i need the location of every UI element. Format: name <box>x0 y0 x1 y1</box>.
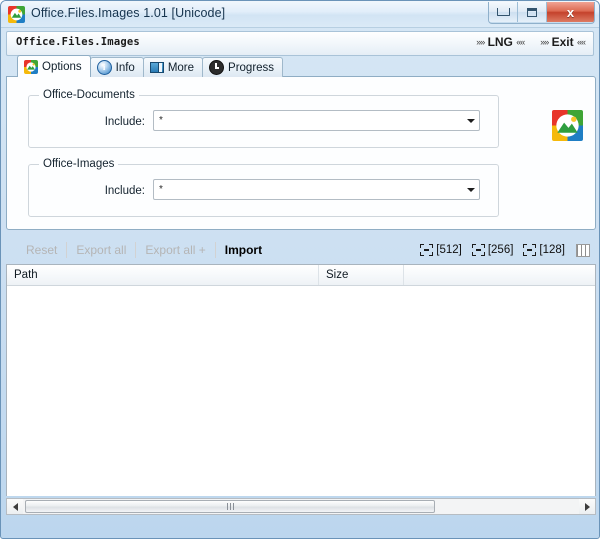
column-header-path[interactable]: Path <box>7 265 319 285</box>
documents-include-combo[interactable]: * <box>153 110 480 131</box>
menu-exit-prefix: »» <box>540 37 549 47</box>
export-all-plus-button[interactable]: Export all + <box>136 243 214 257</box>
horizontal-scrollbar[interactable] <box>6 498 596 515</box>
tab-info[interactable]: i Info <box>89 57 144 77</box>
scroll-track[interactable] <box>23 499 579 514</box>
list-body[interactable] <box>7 286 595 496</box>
menu-lng-prefix: »» <box>476 37 485 47</box>
action-toolbar: Reset Export all Export all + Import [51… <box>6 236 596 264</box>
window-controls: x <box>488 2 595 24</box>
info-icon: i <box>96 60 112 75</box>
window-title: Office.Files.Images 1.01 [Unicode] <box>31 6 226 20</box>
chevron-down-icon[interactable] <box>462 118 479 123</box>
window-icon <box>149 62 164 73</box>
title-bar: Office.Files.Images 1.01 [Unicode] x <box>1 1 599 28</box>
menu-lng-label: LNG <box>487 35 513 49</box>
application-window: Office.Files.Images 1.01 [Unicode] x Off… <box>0 0 600 539</box>
size-256-button[interactable]: [256] <box>468 244 518 256</box>
size-128-button[interactable]: [128] <box>519 244 569 256</box>
size-toolbar: [512] [256] [128] <box>416 236 590 264</box>
scroll-right-icon[interactable] <box>579 499 595 514</box>
menu-item-exit[interactable]: »» Exit «« <box>540 35 586 49</box>
list-header: Path Size <box>7 265 595 286</box>
menu-lng-suffix: «« <box>516 37 525 47</box>
tab-info-label: Info <box>115 61 135 74</box>
tab-more-label: More <box>167 61 195 74</box>
options-tab-panel: Office-Documents Include: * Office-Image… <box>6 76 596 230</box>
scroll-thumb[interactable] <box>25 500 435 513</box>
tab-more[interactable]: More <box>142 57 204 77</box>
import-button[interactable]: Import <box>216 243 271 257</box>
size-512-button[interactable]: [512] <box>416 244 466 256</box>
size-128-label: [128] <box>539 244 565 256</box>
menu-item-lng[interactable]: »» LNG «« <box>476 35 525 49</box>
menu-exit-label: Exit <box>551 35 574 49</box>
maximize-icon <box>527 7 537 17</box>
scroll-left-icon[interactable] <box>7 499 23 514</box>
tab-options-label: Options <box>42 60 82 73</box>
tab-progress-label: Progress <box>228 61 275 74</box>
images-include-label: Include: <box>104 185 145 197</box>
minimize-icon <box>496 8 510 16</box>
menu-exit-suffix: «« <box>576 37 586 47</box>
documents-include-value: * <box>159 115 163 126</box>
app-menu-bar: Office.Files.Images »» LNG «« »» Exit «« <box>6 31 594 56</box>
scroll-thumb-grip <box>226 503 234 510</box>
clock-icon <box>209 60 225 75</box>
status-bar <box>6 523 594 535</box>
close-button[interactable]: x <box>547 2 594 22</box>
resize-icon <box>471 244 485 256</box>
minimize-button[interactable] <box>489 2 518 22</box>
tab-options[interactable]: Options <box>17 55 91 77</box>
maximize-button[interactable] <box>518 2 547 22</box>
resize-icon <box>420 244 434 256</box>
app-logo-icon <box>24 59 38 74</box>
client-area: Options i Info More Progress Office-Docu… <box>6 55 596 535</box>
images-include-value: * <box>159 184 163 195</box>
column-header-size[interactable]: Size <box>319 265 404 285</box>
size-512-label: [512] <box>436 244 462 256</box>
column-header-extra[interactable] <box>404 265 595 285</box>
grid-icon[interactable] <box>576 243 590 257</box>
documents-include-label: Include: <box>104 116 145 128</box>
size-256-label: [256] <box>487 244 514 256</box>
app-logo-icon <box>552 110 583 141</box>
chevron-down-icon[interactable] <box>462 187 479 192</box>
tab-strip: Options i Info More Progress <box>6 55 596 77</box>
tab-progress[interactable]: Progress <box>202 57 284 77</box>
group-office-images-legend: Office-Images <box>39 158 119 170</box>
group-office-documents-legend: Office-Documents <box>39 89 139 101</box>
reset-button[interactable]: Reset <box>17 243 66 257</box>
images-include-combo[interactable]: * <box>153 179 480 200</box>
close-icon: x <box>566 4 575 20</box>
resize-icon <box>523 244 537 256</box>
menu-links: »» LNG «« »» Exit «« <box>476 35 586 49</box>
app-logo-icon <box>8 6 25 23</box>
app-name-label: Office.Files.Images <box>16 36 140 48</box>
export-all-button[interactable]: Export all <box>67 243 135 257</box>
results-list[interactable]: Path Size <box>6 264 596 496</box>
